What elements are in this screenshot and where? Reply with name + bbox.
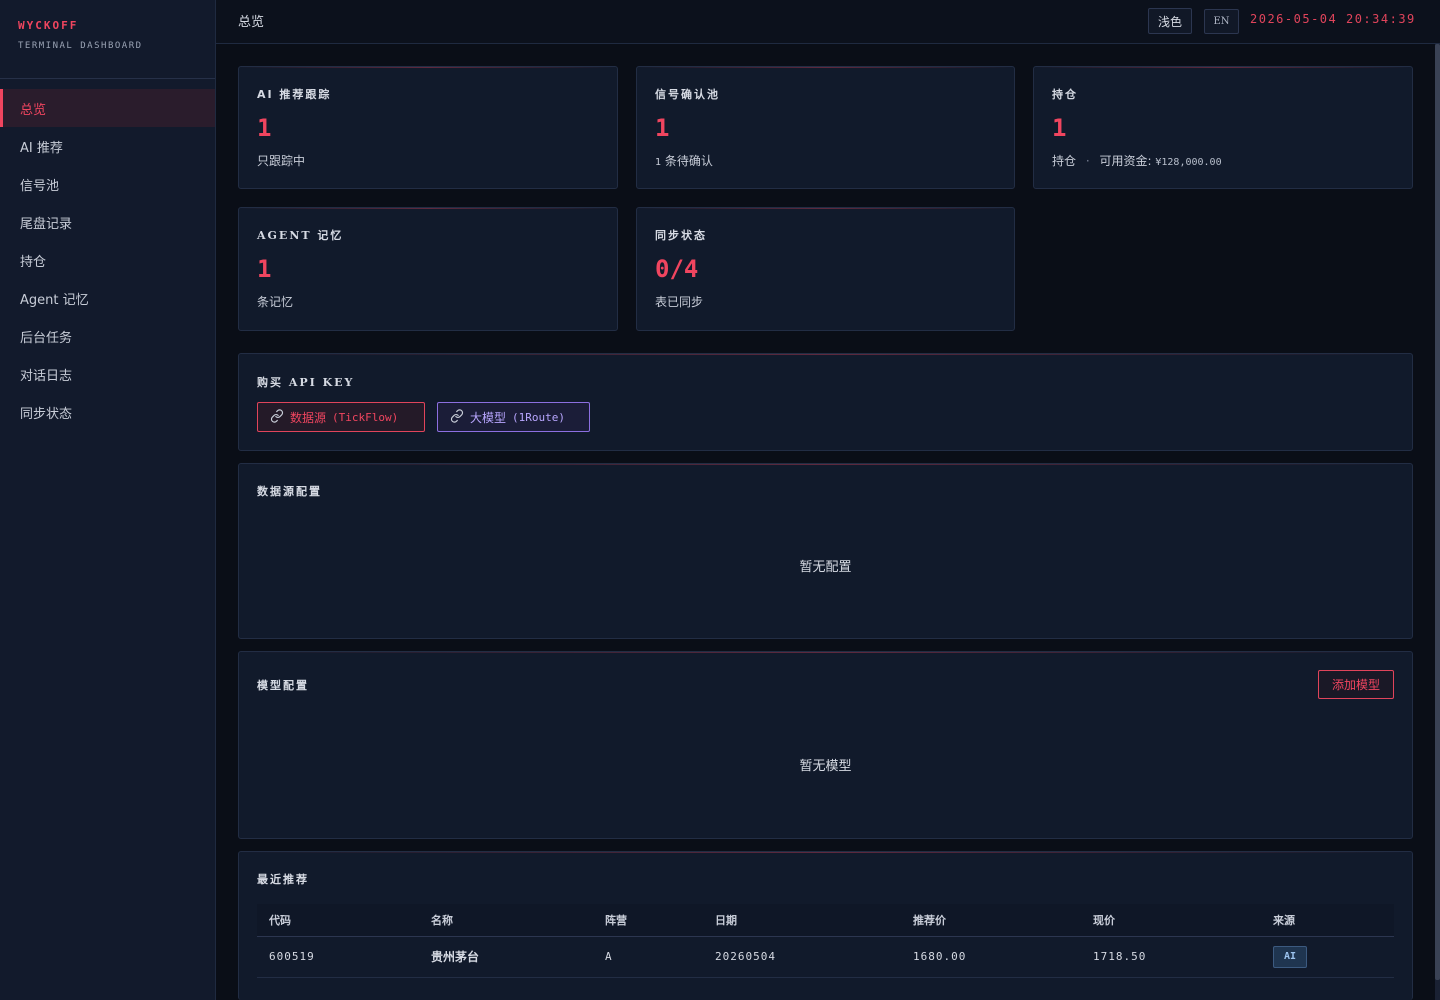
column-header-date[interactable]: 日期 (703, 904, 901, 937)
stat-value: 0/4 (655, 255, 699, 283)
theme-toggle-button[interactable]: 浅色 (1148, 8, 1192, 34)
stat-sub: 只跟踪中 (257, 154, 306, 168)
stat-card-ai-tracking: AI 推荐跟踪 1 只跟踪中 (238, 66, 618, 189)
pending-text: 条待确认 (664, 154, 713, 168)
stat-label: AI 推荐跟踪 (257, 88, 332, 101)
stat-card-positions: 持仓 1 持仓 · 可用资金: ¥128,000.00 (1033, 66, 1413, 189)
cell-source: AI (1261, 936, 1394, 978)
button-label: 数据源 (290, 410, 327, 425)
separator-dot: · (1085, 154, 1090, 168)
column-header-cur-price[interactable]: 现价 (1081, 904, 1261, 937)
datasource-empty-message: 暂无配置 (799, 560, 852, 575)
stat-card-sync-status: 同步状态 0/4 表已同步 (636, 207, 1015, 331)
cell-camp: A (593, 936, 703, 978)
scrollbar-thumb[interactable] (1435, 44, 1440, 980)
datasource-config-card: 数据源配置 暂无配置 (238, 463, 1413, 639)
link-icon (450, 408, 464, 426)
stat-label: 持仓 (1052, 88, 1078, 101)
cell-code: 600519 (257, 936, 419, 978)
recent-recommend-card: 最近推荐 代码 名称 阵营 日期 推荐价 现价 来源 600519 贵州茅台 A… (238, 851, 1413, 1000)
column-header-camp[interactable]: 阵营 (593, 904, 703, 937)
column-header-code[interactable]: 代码 (257, 904, 419, 937)
add-model-button[interactable]: 添加模型 (1318, 670, 1394, 699)
column-header-name[interactable]: 名称 (419, 904, 593, 937)
stat-card-agent-memory: AGENT 记忆 1 条记忆 (238, 207, 618, 331)
button-label: 大模型 (470, 410, 507, 425)
brand-subtitle: TERMINAL DASHBOARD (18, 41, 143, 51)
top-header: 总览 浅色 EN 2026-05-04 20:34:39 (216, 0, 1440, 44)
datasource-config-label: 数据源配置 (257, 485, 322, 498)
sidebar-item-background-tasks[interactable]: 后台任务 (0, 317, 215, 355)
stat-label: 信号确认池 (655, 88, 720, 101)
brand: WYCKOFF TERMINAL DASHBOARD (0, 0, 215, 79)
cell-cur-price: 1718.50 (1081, 936, 1261, 978)
cell-rec-price: 1680.00 (901, 936, 1081, 978)
positions-text: 持仓 (1052, 154, 1077, 168)
sidebar-item-chat-logs[interactable]: 对话日志 (0, 355, 215, 393)
cash-label: 可用资金: (1099, 154, 1152, 168)
stat-value: 1 (655, 114, 670, 142)
sidebar-item-ai-recommend[interactable]: AI 推荐 (0, 127, 215, 165)
sidebar-item-agent-memory[interactable]: Agent 记忆 (0, 279, 215, 317)
sidebar-nav: 总览 AI 推荐 信号池 尾盘记录 持仓 Agent 记忆 后台任务 对话日志 … (0, 79, 215, 431)
stat-sub: 持仓 · 可用资金: ¥128,000.00 (1052, 152, 1222, 169)
stat-card-signal-pool: 信号确认池 1 1 条待确认 (636, 66, 1015, 189)
stat-sub: 表已同步 (655, 295, 704, 309)
language-button[interactable]: EN (1204, 9, 1239, 34)
table-header-row: 代码 名称 阵营 日期 推荐价 现价 来源 (257, 904, 1394, 937)
buy-llm-key-button[interactable]: 大模型 (1Route) (437, 402, 590, 432)
column-header-source[interactable]: 来源 (1261, 904, 1394, 937)
table-row[interactable]: 600519 贵州茅台 A 20260504 1680.00 1718.50 A… (257, 936, 1394, 978)
sidebar-item-tail-records[interactable]: 尾盘记录 (0, 203, 215, 241)
stat-value: 1 (257, 255, 272, 283)
sidebar-item-sync-status[interactable]: 同步状态 (0, 393, 215, 431)
stat-label: 同步状态 (655, 229, 707, 242)
cell-name: 贵州茅台 (419, 936, 593, 978)
recent-recommend-table: 代码 名称 阵营 日期 推荐价 现价 来源 600519 贵州茅台 A 2026… (257, 904, 1394, 978)
cash-value: ¥128,000.00 (1155, 157, 1222, 168)
sidebar-item-overview[interactable]: 总览 (0, 89, 215, 127)
cell-date: 20260504 (703, 936, 901, 978)
stat-value: 1 (257, 114, 272, 142)
pending-count: 1 (655, 157, 662, 168)
model-config-card: 模型配置 添加模型 暂无模型 (238, 651, 1413, 839)
model-empty-message: 暂无模型 (799, 759, 852, 774)
sidebar-item-signal-pool[interactable]: 信号池 (0, 165, 215, 203)
source-badge: AI (1273, 945, 1307, 968)
clock: 2026-05-04 20:34:39 (1250, 12, 1416, 26)
brand-title: WYCKOFF (18, 19, 79, 32)
recent-recommend-label: 最近推荐 (257, 873, 309, 886)
page-title: 总览 (238, 15, 265, 30)
api-key-label: 购买 API KEY (257, 376, 355, 389)
buy-datasource-key-button[interactable]: 数据源 (TickFlow) (257, 402, 425, 432)
stat-sub: 1 条待确认 (655, 152, 713, 169)
sidebar-item-positions[interactable]: 持仓 (0, 241, 215, 279)
stat-label: AGENT 记忆 (257, 229, 344, 242)
model-config-label: 模型配置 (257, 679, 309, 692)
stat-value: 1 (1052, 114, 1067, 142)
button-suffix: (TickFlow) (332, 410, 399, 424)
api-key-card: 购买 API KEY 数据源 (TickFlow) 大模型 (1Route) (238, 353, 1413, 451)
button-suffix: (1Route) (512, 410, 565, 424)
sidebar: WYCKOFF TERMINAL DASHBOARD 总览 AI 推荐 信号池 … (0, 0, 216, 1000)
column-header-rec-price[interactable]: 推荐价 (901, 904, 1081, 937)
link-icon (270, 408, 284, 426)
stat-sub: 条记忆 (257, 295, 294, 309)
